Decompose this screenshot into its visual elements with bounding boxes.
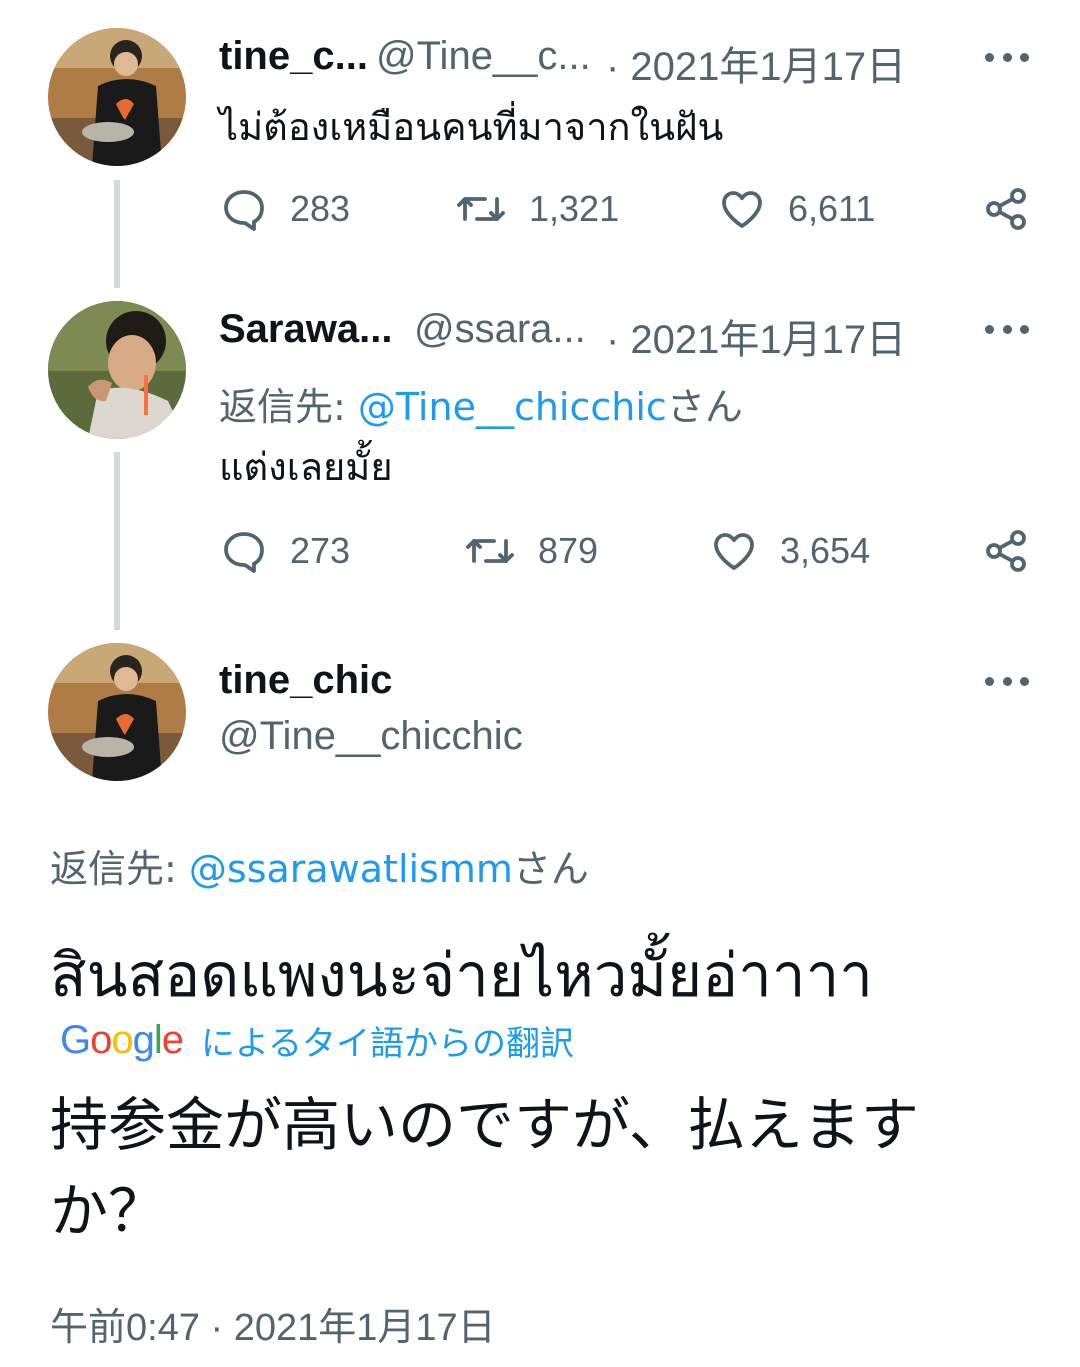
reply-count: 283 (290, 188, 351, 229)
more-icon[interactable] (985, 675, 1029, 687)
avatar-tine-chic[interactable] (48, 28, 186, 166)
retweet-icon (466, 539, 514, 563)
share-icon (986, 530, 1026, 572)
reply-suffix: さん (666, 385, 743, 429)
thread-connector (114, 452, 120, 630)
retweet-button[interactable]: 1,321 (455, 184, 619, 234)
reply-to-link[interactable]: @Tine__chicchic (358, 385, 667, 429)
display-name[interactable]: Sarawa... (219, 307, 392, 352)
avatar-image (48, 301, 186, 439)
user-handle[interactable]: @ssara... (414, 307, 586, 352)
avatar-tine-chic[interactable] (48, 643, 186, 781)
reply-count: 273 (290, 530, 351, 571)
reply-icon (224, 532, 264, 573)
share-button[interactable] (982, 184, 1030, 234)
display-name[interactable]: tine_chic (219, 658, 392, 703)
more-icon[interactable] (985, 323, 1029, 335)
like-button[interactable]: 6,611 (718, 184, 875, 234)
translation-label: によるタイ語からの翻訳 (201, 1024, 574, 1064)
like-count: 3,654 (780, 530, 871, 571)
retweet-count: 1,321 (529, 188, 620, 229)
user-handle[interactable]: @Tine__c... (376, 34, 591, 79)
display-name[interactable]: tine_c... (219, 34, 368, 79)
like-count: 6,611 (788, 188, 876, 229)
google-logo: Google (60, 1018, 184, 1062)
reply-to-link[interactable]: @ssarawatlismm (189, 847, 513, 891)
reply-prefix: 返信先: (50, 847, 189, 891)
thread-connector (114, 180, 120, 288)
reply-prefix: 返信先: (219, 385, 358, 429)
share-button[interactable] (982, 526, 1030, 576)
reply-button[interactable]: 273 (220, 526, 350, 576)
more-icon[interactable] (985, 51, 1029, 63)
retweet-button[interactable]: 879 (464, 526, 598, 576)
avatar-sarawat[interactable] (48, 301, 186, 439)
translated-text: 持参金が高いのですが、払えますか？ (50, 1091, 919, 1245)
avatar-image (48, 28, 186, 166)
reply-suffix: さん (512, 847, 589, 891)
tweet-text: แต่งเลยมั้ย (219, 445, 393, 489)
reply-context: 返信先: @ssarawatlismmさん (50, 838, 589, 893)
tweet-text: ไม่ต้องเหมือนคนที่มาจากในฝัน (219, 105, 724, 149)
translation-attribution[interactable]: Google によるタイ語からの翻訳 (60, 1016, 574, 1065)
share-icon (986, 188, 1026, 230)
heart-icon (722, 191, 762, 228)
reply-context: 返信先: @Tine__chicchicさん (219, 376, 743, 431)
reply-icon (224, 190, 264, 231)
like-button[interactable]: 3,654 (710, 526, 870, 576)
reply-button[interactable]: 283 (220, 184, 350, 234)
retweet-icon (457, 197, 505, 221)
avatar-image (48, 643, 186, 781)
tweet-text: สินสอดแพงนะจ่ายไหวมั้ยอ่าาาา (50, 941, 873, 1011)
tweet-date[interactable]: · 2021年1月17日 (606, 34, 906, 92)
tweet-timestamp[interactable]: 午前0:47 · 2021年1月17日 (50, 1296, 496, 1351)
retweet-count: 879 (538, 530, 599, 571)
tweet-date[interactable]: · 2021年1月17日 (606, 307, 906, 365)
heart-icon (714, 533, 754, 570)
user-handle[interactable]: @Tine__chicchic (219, 714, 523, 759)
